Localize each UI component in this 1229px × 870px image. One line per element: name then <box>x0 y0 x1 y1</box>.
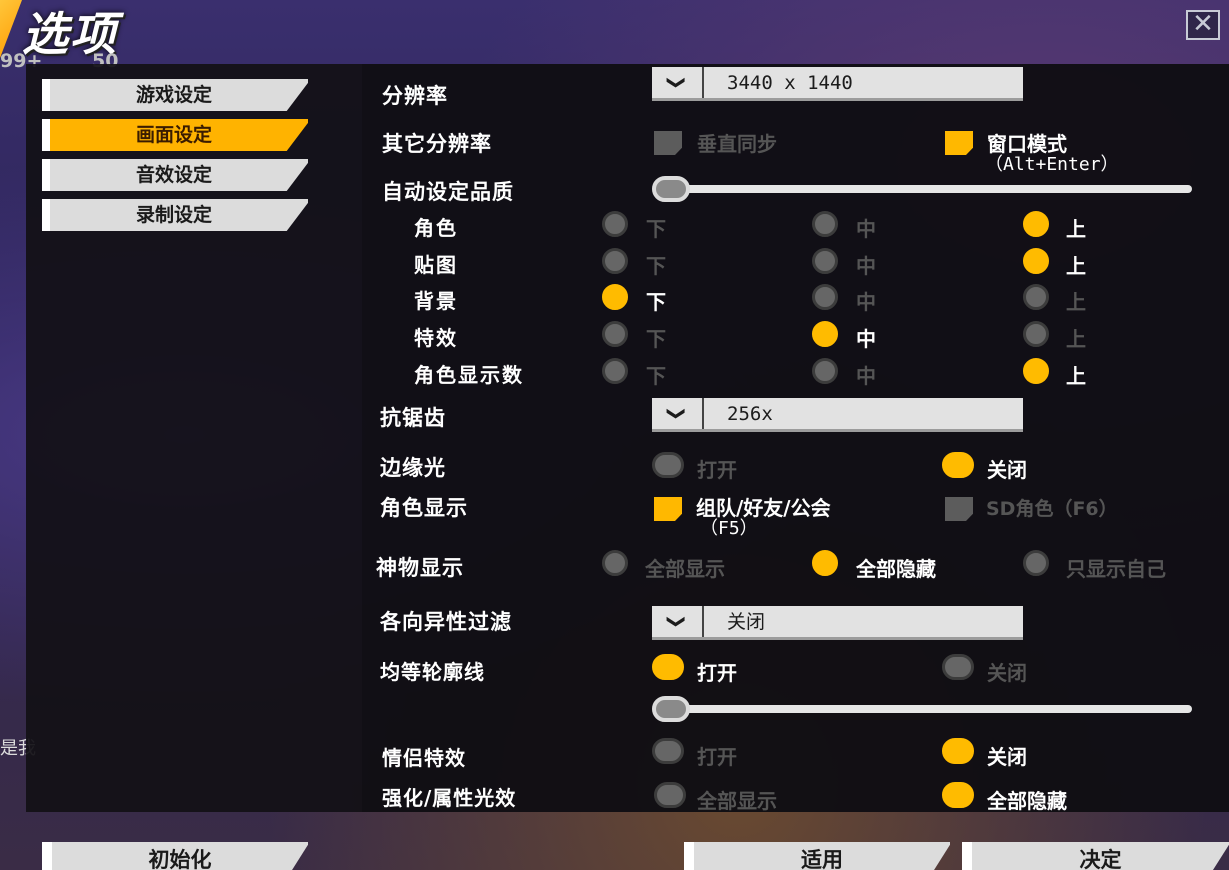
menu-item-record[interactable]: 录制设定 <box>42 199 308 231</box>
quality-row-label: 角色显示数 <box>414 363 524 387</box>
quality-row-label: 贴图 <box>414 253 458 277</box>
artifact-hide-all-label: 全部隐藏 <box>856 557 936 581</box>
quality-low-radio[interactable] <box>602 211 628 237</box>
chevron-down-icon: ❯ <box>652 606 704 637</box>
quality-low-label: 下 <box>646 327 666 351</box>
enhance-fx-hide-all-label: 全部隐藏 <box>987 789 1067 813</box>
enhance-fx-show-all-radio[interactable] <box>654 782 686 808</box>
party-display-shortcut: （F5） <box>700 518 758 539</box>
resolution-label: 分辨率 <box>382 84 448 108</box>
quality-mid-label: 中 <box>856 254 876 278</box>
artifact-self-only-label: 只显示自己 <box>1066 557 1166 581</box>
outline-on-label: 打开 <box>697 661 737 685</box>
quality-high-radio[interactable] <box>1023 248 1049 274</box>
antialias-label: 抗锯齿 <box>380 406 446 430</box>
auto-quality-slider-handle[interactable] <box>652 176 690 202</box>
sd-character-label: SD角色（F6） <box>986 498 1118 520</box>
quality-row-label: 角色 <box>414 216 458 240</box>
aniso-label: 各向异性过滤 <box>380 610 512 634</box>
quality-high-label: 上 <box>1066 217 1086 241</box>
rim-light-off-label: 关闭 <box>987 458 1027 482</box>
other-resolution-label: 其它分辨率 <box>382 132 492 156</box>
quality-high-label: 上 <box>1066 254 1086 278</box>
quality-mid-radio[interactable] <box>812 211 838 237</box>
rim-light-on-radio[interactable] <box>652 452 684 478</box>
rim-light-off-radio[interactable] <box>942 452 974 478</box>
sd-character-checkbox[interactable] <box>945 497 973 521</box>
chevron-down-icon: ❯ <box>652 67 704 98</box>
outline-slider-handle[interactable] <box>652 696 690 722</box>
vsync-label: 垂直同步 <box>697 132 777 156</box>
aniso-value: 关闭 <box>727 611 766 633</box>
menu-item-sound[interactable]: 音效设定 <box>42 159 308 191</box>
quality-mid-label: 中 <box>856 290 876 314</box>
reset-button[interactable]: 初始化 <box>42 842 308 870</box>
quality-low-label: 下 <box>646 290 666 314</box>
couple-fx-label: 情侣特效 <box>382 746 466 770</box>
outline-on-radio[interactable] <box>652 654 684 680</box>
close-icon: ✕ <box>1192 9 1214 39</box>
quality-mid-radio[interactable] <box>812 284 838 310</box>
quality-low-radio[interactable] <box>602 284 628 310</box>
quality-high-radio[interactable] <box>1023 321 1049 347</box>
quality-high-label: 上 <box>1066 364 1086 388</box>
outline-off-label: 关闭 <box>987 661 1027 685</box>
artifact-show-all-radio[interactable] <box>602 550 628 576</box>
antialias-value: 256x <box>727 403 773 425</box>
antialias-dropdown[interactable]: ❯ 256x <box>652 398 1023 432</box>
confirm-button[interactable]: 决定 <box>962 842 1229 870</box>
quality-high-radio[interactable] <box>1023 211 1049 237</box>
artifact-hide-all-radio[interactable] <box>812 550 838 576</box>
artifact-self-only-radio[interactable] <box>1023 550 1049 576</box>
quality-mid-label: 中 <box>856 217 876 241</box>
quality-mid-label: 中 <box>856 364 876 388</box>
quality-mid-label: 中 <box>856 327 876 351</box>
quality-mid-radio[interactable] <box>812 248 838 274</box>
quality-row-label: 特效 <box>414 326 458 350</box>
menu-item-game[interactable]: 游戏设定 <box>42 79 308 111</box>
quality-high-label: 上 <box>1066 290 1086 314</box>
party-display-checkbox[interactable] <box>654 497 682 521</box>
menu-item-graphics[interactable]: 画面设定 <box>42 119 308 151</box>
quality-mid-radio[interactable] <box>812 358 838 384</box>
window-mode-shortcut: （Alt+Enter） <box>985 154 1119 175</box>
char-display-label: 角色显示 <box>380 496 468 520</box>
chevron-down-icon: ❯ <box>652 398 704 429</box>
resolution-value: 3440 x 1440 <box>727 72 853 94</box>
artifact-display-label: 神物显示 <box>376 556 464 580</box>
artifact-show-all-label: 全部显示 <box>645 557 725 581</box>
quality-mid-radio[interactable] <box>812 321 838 347</box>
outline-slider[interactable] <box>664 705 1192 713</box>
couple-fx-on-label: 打开 <box>697 745 737 769</box>
quality-high-label: 上 <box>1066 327 1086 351</box>
couple-fx-off-label: 关闭 <box>987 745 1027 769</box>
couple-fx-off-radio[interactable] <box>942 738 974 764</box>
outline-off-radio[interactable] <box>942 654 974 680</box>
vsync-checkbox[interactable] <box>654 131 682 155</box>
outline-label: 均等轮廓线 <box>380 660 485 684</box>
auto-quality-label: 自动设定品质 <box>382 180 514 204</box>
apply-button[interactable]: 适用 <box>684 842 950 870</box>
quality-high-radio[interactable] <box>1023 358 1049 384</box>
quality-low-radio[interactable] <box>602 358 628 384</box>
enhance-fx-label: 强化/属性光效 <box>382 786 517 810</box>
quality-row-label: 背景 <box>414 289 458 313</box>
aniso-dropdown[interactable]: ❯ 关闭 <box>652 606 1023 640</box>
quality-low-label: 下 <box>646 217 666 241</box>
quality-low-radio[interactable] <box>602 248 628 274</box>
quality-low-radio[interactable] <box>602 321 628 347</box>
rim-light-label: 边缘光 <box>380 456 446 480</box>
window-mode-checkbox[interactable] <box>945 131 973 155</box>
enhance-fx-show-all-label: 全部显示 <box>697 789 777 813</box>
quality-high-radio[interactable] <box>1023 284 1049 310</box>
resolution-dropdown[interactable]: ❯ 3440 x 1440 <box>652 67 1023 101</box>
enhance-fx-hide-all-radio[interactable] <box>942 782 974 808</box>
quality-low-label: 下 <box>646 254 666 278</box>
auto-quality-slider[interactable] <box>664 185 1192 193</box>
quality-low-label: 下 <box>646 364 666 388</box>
rim-light-on-label: 打开 <box>697 458 737 482</box>
couple-fx-on-radio[interactable] <box>652 738 684 764</box>
close-button[interactable]: ✕ <box>1186 10 1220 40</box>
